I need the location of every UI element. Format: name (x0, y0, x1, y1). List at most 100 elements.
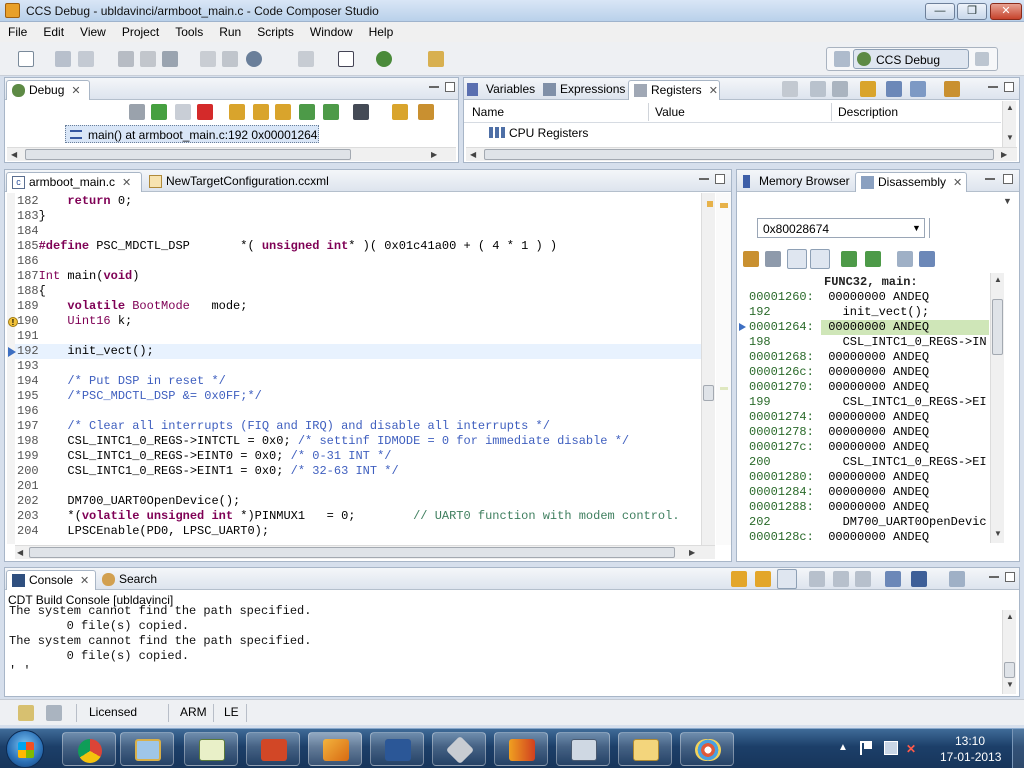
tab-disassembly[interactable]: Disassembly ✕ (855, 172, 967, 192)
clear-console-icon[interactable] (809, 571, 825, 587)
taskbar-notepad[interactable] (184, 732, 238, 766)
taskbar-explorer-window[interactable] (120, 732, 174, 766)
new-view-icon[interactable] (897, 251, 913, 267)
disassembly-row[interactable]: 192 init_vect(); (749, 305, 989, 320)
disassembly-row[interactable]: 00001278: 00000000 ANDEQ (749, 425, 989, 440)
maximize-button[interactable]: ❐ (957, 3, 987, 20)
terminate-icon[interactable] (197, 104, 213, 120)
asm-step-into-icon[interactable] (299, 104, 315, 120)
tab-console[interactable]: Console ✕ (6, 570, 96, 590)
code-line[interactable]: 182 return 0; (17, 194, 701, 209)
stack-frame[interactable]: main() at armboot_main.c:192 0x00001264 (65, 125, 319, 143)
code-line[interactable]: 202 DM700_UART0OpenDevice(); (17, 494, 701, 509)
flash-icon[interactable] (222, 51, 238, 67)
new-icon[interactable] (18, 51, 34, 67)
sync-icon[interactable] (418, 104, 434, 120)
export-icon[interactable] (910, 81, 926, 97)
open-console-icon[interactable] (298, 51, 314, 67)
display-console-icon[interactable] (911, 571, 927, 587)
tab-armboot-main[interactable]: c armboot_main.c ✕ (6, 172, 142, 192)
code-line[interactable]: 190 Uint16 k; (17, 314, 701, 329)
clock-time[interactable]: 13:10 (955, 734, 985, 748)
code-line[interactable]: 200 CSL_INTC1_0_REGS->EINT1 = 0x0; /* 32… (17, 464, 701, 479)
toggle-icon[interactable] (860, 81, 876, 97)
pin-console-icon[interactable] (885, 571, 901, 587)
reset-icon[interactable] (353, 104, 369, 120)
close-icon[interactable]: ✕ (80, 575, 89, 587)
home-icon[interactable] (765, 251, 781, 267)
taskbar-chrome[interactable] (62, 732, 116, 766)
code-line[interactable]: 196 (17, 404, 701, 419)
collapse-all-icon[interactable] (810, 81, 826, 97)
console-output[interactable]: The system cannot find the path specifie… (9, 604, 999, 682)
show-desktop-button[interactable] (1012, 729, 1024, 768)
disassembly-row[interactable]: 199 CSL_INTC1_0_REGS->EI (749, 395, 989, 410)
editor-vscroll[interactable] (701, 193, 715, 545)
volume-muted-icon[interactable]: ✕ (906, 742, 916, 756)
maximize-view-button[interactable] (445, 82, 455, 92)
maximize-view-button[interactable] (1005, 572, 1015, 582)
step-return-icon[interactable] (275, 104, 291, 120)
column-description[interactable]: Description (838, 105, 898, 119)
minimize-view-button[interactable] (699, 178, 709, 180)
open-console-icon[interactable] (949, 571, 965, 587)
tab-variables[interactable]: Variables (464, 80, 538, 100)
disassembly-row[interactable]: 00001288: 00000000 ANDEQ (749, 500, 989, 515)
perspective-switcher[interactable]: CCS Debug (826, 47, 998, 71)
open-perspective-icon[interactable] (834, 51, 850, 67)
go-to-address-icon[interactable] (743, 251, 759, 267)
disassembly-row[interactable]: 00001270: 00000000 ANDEQ (749, 380, 989, 395)
editor-hscroll[interactable]: ◀ ▶ (15, 545, 715, 559)
close-icon[interactable]: ✕ (709, 85, 718, 97)
close-icon[interactable]: ✕ (71, 85, 80, 97)
debug-hscroll[interactable]: ◀ ▶ (7, 147, 456, 161)
remove-launch-icon[interactable] (855, 571, 871, 587)
perspective-more-icon[interactable] (975, 52, 989, 66)
remove-terminated-icon[interactable] (129, 104, 145, 120)
close-icon[interactable]: ✕ (122, 177, 131, 189)
minimize-button[interactable]: — (925, 3, 955, 20)
maximize-view-button[interactable] (1003, 174, 1013, 184)
tab-debug[interactable]: Debug ✕ (6, 80, 90, 100)
fast-view-icon[interactable] (18, 705, 34, 721)
scroll-lock-icon[interactable] (777, 569, 797, 589)
column-name[interactable]: Name (472, 105, 504, 119)
editor-hscroll-thumb[interactable] (29, 547, 675, 558)
show-source-icon[interactable] (810, 249, 830, 269)
asm-step-over-icon[interactable] (323, 104, 339, 120)
code-line[interactable]: 201 (17, 479, 701, 494)
disassembly-row[interactable]: 0000128c: 00000000 ANDEQ (749, 530, 989, 544)
code-line[interactable]: 192 init_vect(); (17, 344, 701, 359)
expand-icon[interactable] (832, 81, 848, 97)
menu-edit[interactable]: Edit (35, 22, 72, 39)
taskbar-hxd[interactable] (494, 732, 548, 766)
disassembly-vscroll-thumb[interactable] (992, 299, 1003, 355)
network-icon[interactable] (884, 741, 898, 755)
disassembly-row[interactable]: 200 CSL_INTC1_0_REGS->EI (749, 455, 989, 470)
taskbar-powerpoint[interactable] (246, 732, 300, 766)
word-wrap-icon[interactable] (833, 571, 849, 587)
disassembly-row[interactable]: 0000126c: 00000000 ANDEQ (749, 365, 989, 380)
minimize-view-button[interactable] (989, 576, 999, 578)
pin-view-icon[interactable] (919, 251, 935, 267)
taskbar-paint[interactable] (680, 732, 734, 766)
suspend-icon[interactable] (175, 104, 191, 120)
previous-icon[interactable] (755, 571, 771, 587)
menu-project[interactable]: Project (114, 22, 167, 39)
disassembly-row[interactable]: 0000127c: 00000000 ANDEQ (749, 440, 989, 455)
source-code[interactable]: 182 return 0; 183} 184 185#define PSC_MDCTL… (17, 194, 701, 544)
disassembly-row[interactable]: 00001280: 00000000 ANDEQ (749, 470, 989, 485)
view-menu-icon[interactable]: ▼ (1003, 196, 1012, 206)
register-row[interactable]: CPU Registers (464, 124, 1001, 142)
menu-tools[interactable]: Tools (167, 22, 211, 39)
step-into-icon[interactable] (229, 104, 245, 120)
show-hidden-icons[interactable]: ▲ (838, 742, 848, 753)
disassembly-row[interactable]: 198 CSL_INTC1_0_REGS->IN (749, 335, 989, 350)
next-icon[interactable] (731, 571, 747, 587)
disassembly-row[interactable]: 00001264: 00000000 ANDEQ (749, 320, 989, 335)
registers-hscroll-thumb[interactable] (484, 149, 994, 160)
debug-hscroll-thumb[interactable] (25, 149, 351, 160)
disassembly-row[interactable]: 00001260: 00000000 ANDEQ (749, 290, 989, 305)
connect-icon[interactable] (200, 51, 216, 67)
clean-icon[interactable] (140, 51, 156, 67)
